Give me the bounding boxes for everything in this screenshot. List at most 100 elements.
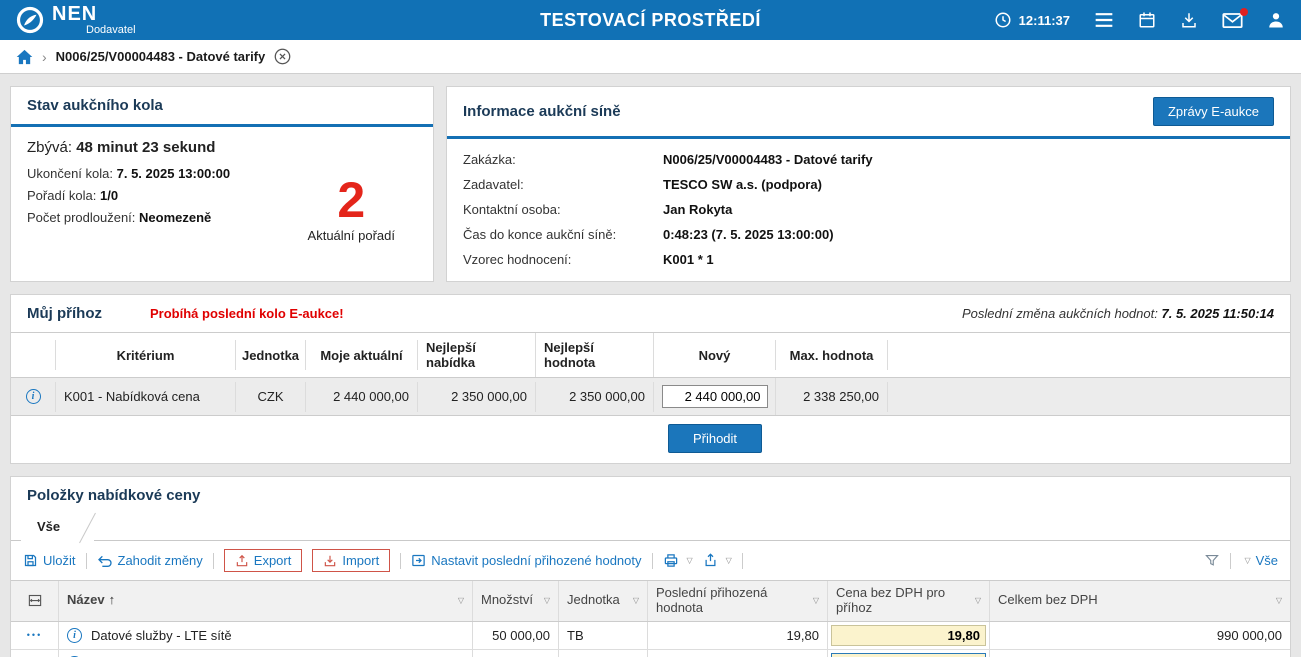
items-table: Název↑ ▽ Množství ▽ Jednotka ▽ Poslední … — [11, 580, 1290, 657]
my-bid-row: i K001 - Nabídková cena CZK 2 440 000,00… — [11, 378, 1290, 416]
auction-room-title: Informace aukční síně — [463, 103, 621, 120]
my-bid-table-header: Kritérium Jednotka Moje aktuální Nejlepš… — [11, 333, 1290, 378]
divider — [652, 553, 653, 569]
filter-dropdown-icon[interactable]: ▽ — [1276, 596, 1282, 605]
info-row-contact: Kontaktní osoba: Jan Rokyta — [463, 197, 1274, 222]
brand-name: NEN — [52, 4, 136, 24]
download-icon[interactable] — [1180, 11, 1198, 29]
print-button[interactable]: ▽ — [663, 553, 693, 568]
col-quantity[interactable]: Množství ▽ — [473, 581, 559, 621]
item-name: Datové služby - LTE sítě — [91, 628, 232, 643]
my-bid-title: Můj příhoz — [27, 305, 102, 322]
best-offer-value: 2 350 000,00 — [418, 382, 536, 412]
col-name[interactable]: Název↑ ▽ — [59, 581, 473, 621]
filter-dropdown-icon[interactable]: ▽ — [633, 596, 639, 605]
info-row-time-left: Čas do konce aukční síně: 0:48:23 (7. 5.… — [463, 222, 1274, 247]
columns-settings-icon[interactable] — [11, 581, 59, 621]
info-row-authority: Zadavatel: TESCO SW a.s. (podpora) — [463, 172, 1274, 197]
my-bid-table: Kritérium Jednotka Moje aktuální Nejlepš… — [11, 332, 1290, 463]
new-bid-input[interactable] — [662, 385, 768, 408]
col-price-excl-vat[interactable]: Cena bez DPH pro příhoz ▽ — [828, 581, 990, 621]
breadcrumb-item[interactable]: N006/25/V00004483 - Datové tarify — [56, 49, 266, 64]
item-price-input[interactable] — [831, 653, 986, 657]
place-bid-button[interactable]: Přihodit — [668, 424, 762, 453]
items-panel: Položky nabídkové ceny Vše Uložit Zahodi… — [10, 476, 1291, 657]
brand-subtitle: Dodavatel — [86, 25, 136, 36]
items-toolbar: Uložit Zahodit změny Export Import Nasta… — [11, 541, 1290, 580]
mail-notification-dot — [1240, 8, 1248, 16]
last-change-info: Poslední změna aukčních hodnot: 7. 5. 20… — [962, 306, 1274, 321]
printer-icon — [663, 553, 679, 568]
current-rank-label: Aktuální pořadí — [308, 228, 395, 243]
filter-dropdown-icon[interactable]: ▽ — [975, 596, 981, 605]
last-round-alert: Probíhá poslední kolo E-aukce! — [150, 306, 344, 321]
criterion-value: K001 - Nabídková cena — [56, 382, 236, 412]
col-best-value: Nejlepší hodnota — [536, 333, 654, 377]
info-icon[interactable]: i — [26, 389, 41, 404]
item-last-bid: 14,50 — [648, 650, 828, 657]
item-row: ••• i Datové služby - LTE sítě 50 000,00… — [11, 622, 1290, 650]
item-price-input[interactable] — [831, 625, 986, 646]
chevron-down-icon: ▽ — [1244, 556, 1250, 565]
environment-title: TESTOVACÍ PROSTŘEDÍ — [540, 10, 761, 31]
import-button[interactable]: Import — [312, 549, 390, 572]
divider — [400, 553, 401, 569]
auction-round-title: Stav aukčního kola — [27, 97, 163, 114]
discard-changes-button[interactable]: Zahodit změny — [97, 553, 203, 568]
item-total: 1 450 000,00 — [990, 650, 1290, 657]
row-menu-icon[interactable]: ••• — [27, 630, 42, 640]
items-tabstrip: Vše — [11, 513, 1290, 541]
filter-dropdown-icon[interactable]: ▽ — [458, 596, 464, 605]
user-icon[interactable] — [1267, 11, 1285, 29]
save-button[interactable]: Uložit — [23, 553, 76, 568]
item-total: 990 000,00 — [990, 622, 1290, 649]
nen-logo[interactable]: NEN Dodavatel — [16, 4, 136, 36]
filter-icon[interactable] — [1204, 553, 1220, 568]
info-icon[interactable]: i — [67, 628, 82, 643]
menu-icon[interactable] — [1094, 12, 1114, 28]
calendar-icon[interactable] — [1138, 11, 1156, 29]
chevron-down-icon[interactable]: ▽ — [687, 556, 693, 565]
view-selector[interactable]: ▽ Vše — [1241, 553, 1278, 568]
chevron-down-icon[interactable]: ▽ — [726, 556, 732, 565]
info-row-contract: Zakázka: N006/25/V00004483 - Datové tari… — [463, 147, 1274, 172]
session-time: 12:11:37 — [1019, 13, 1070, 28]
my-bid-panel: Můj příhoz Probíhá poslední kolo E-aukce… — [10, 294, 1291, 464]
home-icon[interactable] — [16, 49, 33, 65]
current-rank: 2 Aktuální pořadí — [308, 175, 395, 243]
auction-room-panel: Informace aukční síně Zprávy E-aukce Zak… — [446, 86, 1291, 282]
col-unit: Jednotka — [236, 340, 306, 370]
col-last-bid-value[interactable]: Poslední přihozená hodnota ▽ — [648, 581, 828, 621]
eauction-messages-button[interactable]: Zprávy E-aukce — [1153, 97, 1274, 126]
col-my-current: Moje aktuální — [306, 340, 418, 370]
info-row-formula: Vzorec hodnocení: K001 * 1 — [463, 247, 1274, 272]
remaining-time: Zbývá: 48 minut 23 sekund — [27, 139, 417, 156]
divider — [213, 553, 214, 569]
set-values-icon — [411, 553, 426, 568]
col-total-excl-vat[interactable]: Celkem bez DPH ▽ — [990, 581, 1290, 621]
col-unit[interactable]: Jednotka ▽ — [559, 581, 648, 621]
auction-round-panel: Stav aukčního kola Zbývá: 48 minut 23 se… — [10, 86, 434, 282]
mail-icon[interactable] — [1222, 12, 1243, 29]
filter-dropdown-icon[interactable]: ▽ — [544, 596, 550, 605]
save-icon — [23, 553, 38, 568]
undo-icon — [97, 554, 113, 568]
item-quantity: 50 000,00 — [473, 622, 559, 649]
export-button[interactable]: Export — [224, 549, 303, 572]
set-last-bid-values-button[interactable]: Nastavit poslední přihozené hodnoty — [411, 553, 641, 568]
clock-icon — [994, 11, 1012, 29]
divider — [1230, 553, 1231, 569]
export-icon — [235, 554, 249, 568]
share-button[interactable]: ▽ — [703, 553, 732, 568]
item-row: ••• i Datové služby - 5G sítě 100 000,00… — [11, 650, 1290, 657]
col-max-value: Max. hodnota — [776, 340, 888, 370]
current-rank-number: 2 — [308, 175, 395, 225]
filter-dropdown-icon[interactable]: ▽ — [813, 596, 819, 605]
unit-value: CZK — [236, 382, 306, 412]
item-unit: TB — [559, 622, 648, 649]
tab-all[interactable]: Vše — [21, 513, 94, 541]
close-tab-icon[interactable] — [274, 48, 291, 65]
sort-asc-icon: ↑ — [109, 592, 116, 607]
items-table-header: Název↑ ▽ Množství ▽ Jednotka ▽ Poslední … — [11, 581, 1290, 622]
item-unit: TB — [559, 650, 648, 657]
